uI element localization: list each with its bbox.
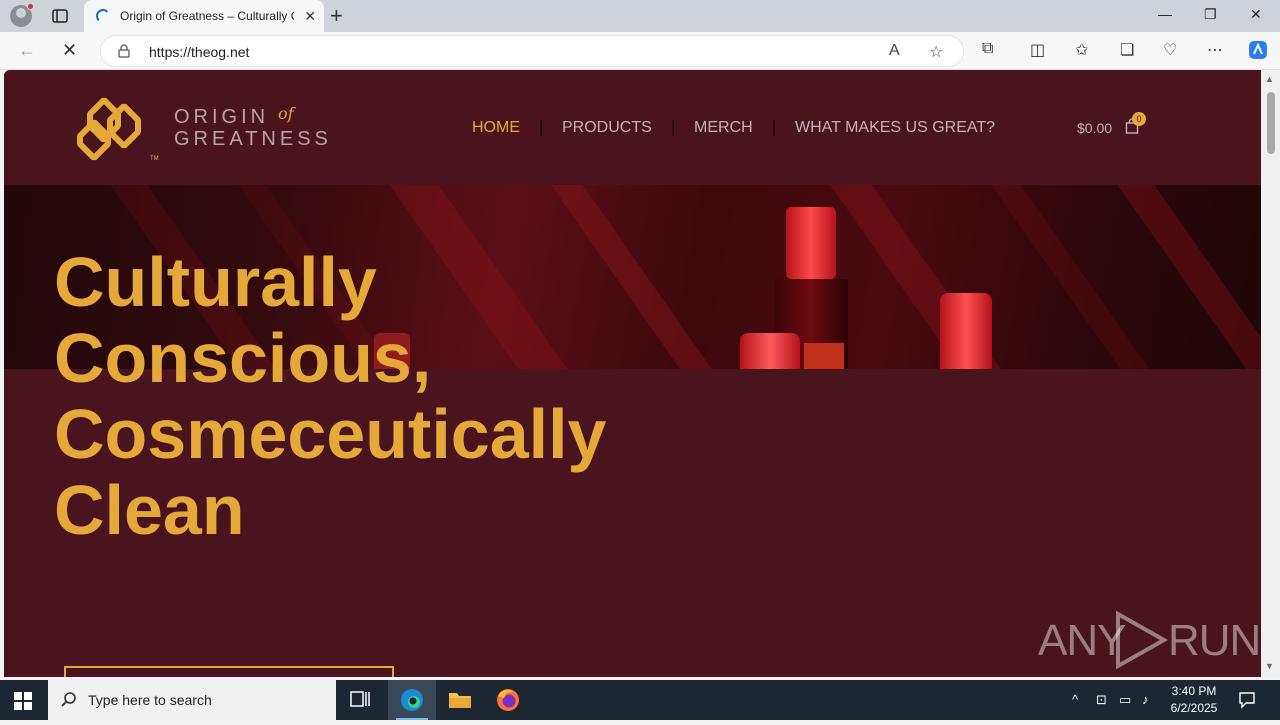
search-placeholder: Type here to search — [88, 692, 212, 708]
task-view-button[interactable] — [336, 680, 384, 720]
hero-heading-line: Cosmeceutically — [54, 395, 607, 473]
scroll-down-icon[interactable]: ▼ — [1265, 661, 1274, 671]
web-page: ORIGIN of GREATNESS TM HOME PRODUCTS MER… — [4, 70, 1261, 677]
close-window-button[interactable]: ✕ — [1250, 6, 1262, 23]
tab-actions-icon[interactable] — [50, 6, 70, 26]
show-hidden-icons[interactable]: ^ — [1072, 692, 1078, 707]
clock-time: 3:40 PM — [1171, 684, 1217, 698]
meet-now-icon[interactable]: ⊡ — [1096, 692, 1107, 708]
favorites-icon[interactable]: ✩ — [1075, 40, 1088, 60]
hero-heading-line: Clean — [54, 471, 245, 549]
brand-name-greatness: GREATNESS — [174, 128, 332, 150]
product-bottle-image — [804, 343, 844, 369]
cart-total[interactable]: $0.00 — [1077, 120, 1112, 136]
product-bottle-image — [786, 207, 836, 279]
nav-home[interactable]: HOME — [472, 119, 520, 137]
shop-button[interactable] — [64, 666, 394, 677]
back-button[interactable]: ← — [18, 40, 36, 61]
hero-heading: Culturally Conscious, Cosmeceutically Cl… — [54, 244, 674, 548]
nav-what-makes-us-great[interactable]: WHAT MAKES US GREAT? — [795, 119, 995, 137]
cart-count-badge[interactable]: 0 — [1132, 112, 1146, 126]
search-icon — [61, 692, 76, 707]
page-scrollbar[interactable]: ▲ ▼ — [1261, 70, 1280, 677]
hero-heading-line: Culturally — [54, 243, 377, 321]
play-icon — [1116, 610, 1168, 670]
tab-title: Origin of Greatness – Culturally C — [120, 9, 294, 23]
scroll-up-icon[interactable]: ▲ — [1265, 74, 1274, 84]
browser-toolbar: ← ✕ https://theog.net A ☆ ⧉ ◫ ✩ ❏ ♡ ⋯ — [0, 32, 1280, 70]
favorite-star-icon[interactable]: ☆ — [929, 42, 943, 62]
clock-date: 6/2/2025 — [1170, 701, 1218, 715]
watermark-text-run: RUN — [1168, 616, 1261, 665]
taskbar-firefox[interactable] — [484, 680, 532, 720]
extensions-icon[interactable]: ⧉ — [982, 40, 993, 58]
notification-dot — [27, 3, 34, 10]
taskbar-search[interactable]: Type here to search — [48, 680, 336, 720]
more-menu-icon[interactable]: ⋯ — [1207, 40, 1223, 60]
loading-spinner-icon — [96, 9, 110, 23]
copilot-icon[interactable] — [1246, 38, 1270, 67]
brand-name-of: of — [278, 104, 294, 123]
nav-separator — [540, 120, 542, 136]
stop-loading-button[interactable]: ✕ — [62, 40, 77, 61]
url-text[interactable]: https://theog.net — [149, 44, 249, 60]
anyrun-watermark: ANY RUN — [1038, 610, 1261, 670]
nav-products[interactable]: PRODUCTS — [562, 119, 652, 137]
brand-name-origin: ORIGIN — [174, 106, 270, 128]
nav-merch[interactable]: MERCH — [694, 119, 753, 137]
address-bar[interactable]: https://theog.net A ☆ — [100, 35, 964, 67]
task-view-icon — [350, 691, 370, 707]
taskbar-clock[interactable]: 3:40 PM 6/2/2025 — [1166, 683, 1222, 717]
trademark-mark: TM — [150, 156, 159, 162]
windows-start-icon[interactable] — [14, 692, 32, 710]
lock-icon[interactable] — [117, 44, 131, 58]
browser-essentials-icon[interactable]: ♡ — [1163, 40, 1177, 60]
site-header: ORIGIN of GREATNESS TM HOME PRODUCTS MER… — [4, 70, 1261, 185]
scroll-thumb[interactable] — [1267, 92, 1275, 154]
logo-icon[interactable] — [74, 92, 160, 162]
collections-icon[interactable]: ❏ — [1120, 40, 1134, 60]
browser-tab[interactable]: Origin of Greatness – Culturally C ✕ — [84, 0, 324, 32]
edge-icon — [401, 689, 423, 711]
nav-separator — [672, 120, 674, 136]
folder-icon — [449, 693, 471, 708]
minimize-button[interactable]: — — [1158, 6, 1172, 22]
split-screen-icon[interactable]: ◫ — [1030, 40, 1045, 60]
taskbar-edge[interactable] — [388, 680, 436, 720]
volume-icon[interactable]: ♪ — [1142, 692, 1149, 707]
new-tab-button[interactable]: + — [330, 5, 343, 27]
product-bottle-image — [740, 333, 800, 369]
hero-heading-line: Conscious, — [54, 319, 432, 397]
restore-button[interactable]: ❐ — [1204, 6, 1217, 23]
read-aloud-icon[interactable]: A — [889, 42, 900, 60]
network-icon[interactable]: ▭ — [1119, 692, 1131, 708]
windows-taskbar: Type here to search ^ ⊡ ▭ ♪ 3:40 PM 6/2/… — [0, 680, 1280, 720]
firefox-icon — [497, 689, 519, 711]
browser-tab-strip: Origin of Greatness – Culturally C ✕ + —… — [0, 0, 1280, 32]
nav-separator — [773, 120, 775, 136]
close-tab-icon[interactable]: ✕ — [304, 8, 316, 24]
profile-icon[interactable] — [10, 3, 34, 27]
taskbar-file-explorer[interactable] — [436, 680, 484, 720]
notifications-icon[interactable] — [1238, 691, 1256, 709]
product-bottle-image — [940, 293, 992, 369]
